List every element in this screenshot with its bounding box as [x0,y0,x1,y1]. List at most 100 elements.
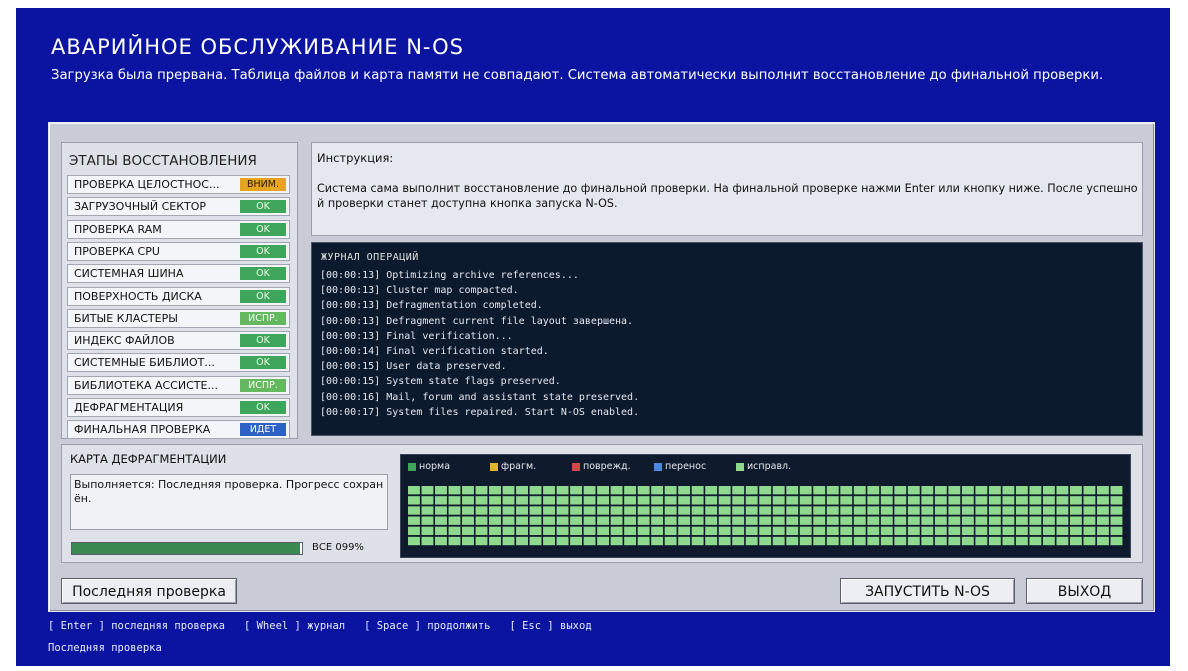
defrag-block [637,496,650,505]
defrag-block [475,496,488,505]
defrag-block [610,516,623,525]
defrag-block [799,496,812,505]
defrag-block [921,526,934,536]
defrag-block [826,496,839,505]
defrag-block [1110,526,1123,536]
defrag-block [705,526,718,536]
defrag-block [867,496,880,505]
defrag-block [529,526,542,536]
defrag-block [1042,526,1055,536]
status-line: Последняя проверка [48,642,162,654]
defrag-block [1110,486,1123,495]
defrag-block [556,506,569,515]
defrag-block [556,486,569,495]
start-nos-button[interactable]: ЗАПУСТИТЬ N-OS [840,578,1015,604]
defrag-block [1015,526,1028,536]
defrag-block [1056,536,1069,546]
defrag-block [988,536,1001,546]
defrag-block [1002,506,1015,515]
defrag-block [502,496,515,505]
defrag-block [637,486,650,495]
defrag-block [637,516,650,525]
defrag-block [408,496,420,505]
defrag-block [664,506,677,515]
defrag-block [678,486,691,495]
defrag-block [489,506,501,515]
defrag-title: КАРТА ДЕФРАГМЕНТАЦИИ [70,452,227,466]
defrag-block [516,526,528,536]
exit-button[interactable]: ВЫХОД [1026,578,1143,604]
stage-label: СИСТЕМНАЯ ШИНА [74,267,184,281]
defrag-block [934,526,947,536]
defrag-block [705,516,718,525]
defrag-block [880,506,893,515]
defrag-block [921,516,934,525]
defrag-block [489,526,501,536]
stage-row: ДЕФРАГМЕНТАЦИЯ OK [67,398,290,417]
defrag-block [624,486,637,495]
defrag-block [516,496,528,505]
maintenance-screen: АВАРИЙНОЕ ОБСЛУЖИВАНИЕ N-OS Загрузка был… [16,8,1170,666]
defrag-block [637,506,650,515]
defrag-block [1042,496,1055,505]
defrag-block [529,486,542,495]
defrag-block [421,496,434,505]
defrag-block [1069,496,1082,505]
log-line: [00:00:13] Optimizing archive references… [320,270,579,281]
stage-label: СИСТЕМНЫЕ БИБЛИОТ... [74,356,215,370]
stage-status-badge: OK [240,200,286,214]
defrag-block [651,536,664,546]
defrag-block [894,526,907,536]
defrag-block [651,506,664,515]
defrag-block [948,526,961,536]
defrag-block [894,536,907,546]
defrag-block [975,486,988,495]
defrag-block [583,516,596,525]
defrag-block [907,486,920,495]
defrag-block [408,536,420,546]
defrag-block [502,486,515,495]
stage-row: СИСТЕМНЫЕ БИБЛИОТ... OK [67,353,290,373]
defrag-block [1042,506,1055,515]
operations-log[interactable]: ЖУРНАЛ ОПЕРАЦИЙ [00:00:13] Optimizing ar… [311,242,1143,436]
defrag-block [772,496,785,505]
page-title: АВАРИЙНОЕ ОБСЛУЖИВАНИЕ N-OS [51,35,464,59]
defrag-block [1056,486,1069,495]
defrag-block [691,506,704,515]
defrag-block [624,516,637,525]
last-check-button[interactable]: Последняя проверка [61,578,237,604]
defrag-block [435,526,447,536]
defrag-block [1069,506,1082,515]
defrag-block [1042,536,1055,546]
stage-row: ПОВЕРХНОСТЬ ДИСКА OK [67,286,290,306]
defrag-block [462,526,474,536]
defrag-block [907,516,920,525]
defrag-block [583,496,596,505]
defrag-block [907,526,920,536]
defrag-block [448,526,461,536]
defrag-block [799,526,812,536]
stage-label: БИБЛИОТЕКА АССИСТЕ... [74,378,218,392]
defrag-block [691,526,704,536]
defrag-block [759,526,772,536]
defrag-block [907,496,920,505]
defrag-block [421,486,434,495]
defrag-block [1029,506,1042,515]
page-subtitle: Загрузка была прервана. Таблица файлов и… [51,68,1104,83]
defrag-block [799,486,812,495]
defrag-block [732,516,745,525]
defrag-block [529,496,542,505]
defrag-block [556,526,569,536]
legend-label: норма [419,461,451,472]
stage-row: СИСТЕМНАЯ ШИНА OK [67,264,290,284]
defrag-map: норма фрагм. поврежд. перенос исправл. [400,454,1131,558]
defrag-block [813,506,826,515]
defrag-blocks [408,486,1123,546]
defrag-block [1096,506,1109,515]
defrag-block [691,516,704,525]
defrag-block [1002,536,1015,546]
defrag-block [1096,496,1109,505]
defrag-block [543,516,555,525]
defrag-block [1002,516,1015,525]
defrag-block [975,496,988,505]
